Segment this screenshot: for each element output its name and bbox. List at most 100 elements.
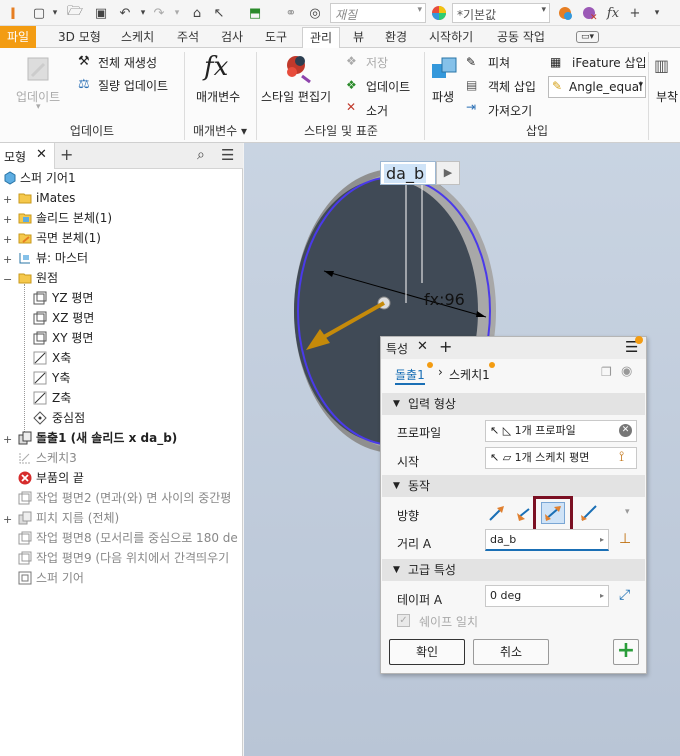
direction-asymmetric-icon[interactable]	[579, 503, 599, 523]
tree-item-view-master[interactable]: 뷰: 마스터	[36, 248, 88, 268]
expand-icon[interactable]: +	[3, 234, 12, 245]
menu-icon[interactable]: ☰	[221, 146, 234, 164]
chevron-down-icon[interactable]: ▾	[648, 4, 666, 22]
dimension-edit-box[interactable]: da_b	[380, 161, 436, 185]
expand-icon[interactable]: +	[3, 194, 12, 205]
tree-item-origin[interactable]: 원점	[36, 268, 58, 288]
tree-item-center-point[interactable]: 중심점	[52, 408, 85, 428]
style-editor-button[interactable]: 스타일 편집기	[261, 88, 331, 105]
return-icon[interactable]: ⬒	[246, 4, 264, 22]
tree-item-xy-plane[interactable]: XY 평면	[52, 328, 93, 348]
home-icon[interactable]: ⌂	[188, 4, 206, 22]
section-input-geometry[interactable]: ▼ 입력 형상	[382, 393, 645, 415]
open-folder-icon[interactable]: 🗁	[66, 4, 84, 22]
taper-flip-icon[interactable]: ⤢	[619, 587, 630, 603]
update-style-button[interactable]: 업데이트	[366, 78, 410, 95]
tab-view[interactable]: 뷰	[346, 28, 371, 47]
direction-default-icon[interactable]	[487, 503, 507, 523]
purge-button[interactable]: 소거	[366, 102, 388, 119]
distance-a-input[interactable]: da_b ▸	[485, 529, 609, 551]
tree-item-end-of-part[interactable]: 부품의 끝	[36, 468, 84, 488]
expand-icon[interactable]: +	[3, 214, 12, 225]
redo-icon[interactable]: ↷	[150, 4, 168, 22]
close-icon[interactable]: ✕	[417, 339, 428, 354]
tree-item-sketch3[interactable]: 스케치3	[36, 448, 77, 468]
add-tab-icon[interactable]: +	[60, 145, 73, 164]
expand-icon[interactable]: +	[3, 434, 12, 445]
direction-flipped-icon[interactable]	[515, 503, 535, 523]
object-insert-button[interactable]: 객체 삽입	[488, 78, 536, 95]
start-selector[interactable]: ↖ ▱ 1개 스케치 평면	[485, 447, 637, 469]
section-behavior[interactable]: ▼ 동작	[382, 475, 645, 497]
tab-model[interactable]: 모형 ✕	[0, 143, 55, 169]
rebuild-all-button[interactable]: 전체 재생성	[98, 54, 157, 71]
derive-button[interactable]: 파생	[432, 88, 454, 105]
tree-item-x-axis[interactable]: X축	[52, 348, 71, 368]
save-style-button[interactable]: 저장	[366, 54, 388, 71]
tree-item-y-axis[interactable]: Y축	[52, 368, 70, 388]
material-select[interactable]: 재질 ▾	[330, 3, 426, 23]
mass-update-button[interactable]: 질량 업데이트	[98, 77, 168, 94]
plus-icon[interactable]: +	[626, 4, 644, 22]
close-icon[interactable]: ✕	[36, 147, 47, 162]
dimension-accept-button[interactable]: ▶	[436, 161, 460, 185]
cancel-button[interactable]: 취소	[473, 639, 549, 665]
import-button[interactable]: 가져오기	[488, 102, 532, 119]
expand-icon[interactable]: +	[3, 514, 12, 525]
clear-icon[interactable]: ✕	[619, 424, 632, 437]
design-doctor-icon[interactable]: ◎	[306, 4, 324, 22]
measure-icon[interactable]: ⚭	[282, 4, 300, 22]
apply-plus-button[interactable]: +	[613, 639, 639, 665]
appearance-select[interactable]: *기본값 ▾	[452, 3, 550, 23]
tree-item-surface-bodies[interactable]: 곡면 본체(1)	[36, 228, 101, 248]
distance-options-icon[interactable]: ⊥	[619, 531, 631, 547]
direction-symmetric-button[interactable]	[541, 502, 565, 524]
copy-icon[interactable]: ❐	[601, 365, 612, 379]
tab-tools[interactable]: 도구	[258, 28, 294, 47]
app-logo-icon[interactable]: I	[4, 4, 22, 23]
tree-item-work-plane9[interactable]: 작업 평면9 (다음 위치에서 간격띄우기	[36, 548, 229, 568]
shape-match-checkbox[interactable]: ✓	[397, 614, 410, 627]
tab-get-started[interactable]: 시작하기	[422, 28, 480, 47]
attach-button[interactable]: 부착	[656, 88, 678, 105]
breadcrumb-sketch[interactable]: 스케치1	[449, 366, 490, 383]
clear-appearance-icon[interactable]: ✕	[580, 4, 598, 22]
expand-icon[interactable]: +	[3, 254, 12, 265]
parameters-button[interactable]: 매개변수	[196, 88, 240, 105]
tree-item-extrusion[interactable]: 돌출1 (새 솔리드 x da_b)	[36, 428, 177, 448]
tree-item-yz-plane[interactable]: YZ 평면	[52, 288, 93, 308]
collapse-icon[interactable]: −	[3, 274, 12, 285]
eye-icon[interactable]: ◉	[621, 364, 632, 379]
ifeature-select[interactable]: ✎ Angle_equal ▾	[548, 76, 646, 98]
ribbon-options-icon[interactable]: ▭▾	[576, 31, 600, 43]
pierce-button[interactable]: 피쳐	[488, 54, 510, 71]
tab-3d-model[interactable]: 3D 모형	[51, 28, 108, 47]
fx-icon[interactable]: fx	[604, 4, 622, 22]
tree-item-spur-gear[interactable]: 스퍼 기어	[36, 568, 84, 588]
search-icon[interactable]: ⌕	[197, 147, 205, 163]
save-icon[interactable]: ▣	[92, 4, 110, 22]
select-icon[interactable]: ↖	[210, 4, 228, 22]
chevron-right-icon[interactable]: ▸	[600, 530, 604, 549]
taper-a-input[interactable]: 0 deg ▸	[485, 585, 609, 607]
tree-item-part[interactable]: 스퍼 기어1	[20, 168, 76, 188]
ifeature-insert-button[interactable]: iFeature 삽입	[572, 54, 647, 71]
tab-manage[interactable]: 관리	[302, 27, 341, 49]
chevron-down-icon[interactable]: ▾	[625, 507, 630, 517]
new-dropdown-icon[interactable]: ▾	[46, 4, 64, 22]
add-tab-icon[interactable]: +	[439, 337, 452, 356]
adjust-appearance-icon[interactable]	[556, 4, 574, 22]
start-options-icon[interactable]: ⟟	[619, 449, 624, 465]
tab-file[interactable]: 파일	[0, 26, 37, 48]
tab-sketch[interactable]: 스케치	[114, 28, 161, 47]
tab-environments[interactable]: 환경	[378, 28, 414, 47]
tab-inspect[interactable]: 검사	[214, 28, 250, 47]
profile-selector[interactable]: ↖ ◺ 1개 프로파일 ✕	[485, 420, 637, 442]
tree-item-xz-plane[interactable]: XZ 평면	[52, 308, 94, 328]
tree-item-pitch-diameter[interactable]: 피치 지름 (전체)	[36, 508, 119, 528]
tree-item-imates[interactable]: iMates	[36, 188, 75, 208]
tree-item-solid-bodies[interactable]: 솔리드 본체(1)	[36, 208, 112, 228]
ok-button[interactable]: 확인	[389, 639, 465, 665]
redo-dropdown-icon[interactable]: ▾	[168, 4, 186, 22]
tree-item-work-plane2[interactable]: 작업 평면2 (면과(와) 면 사이의 중간평	[36, 488, 231, 508]
